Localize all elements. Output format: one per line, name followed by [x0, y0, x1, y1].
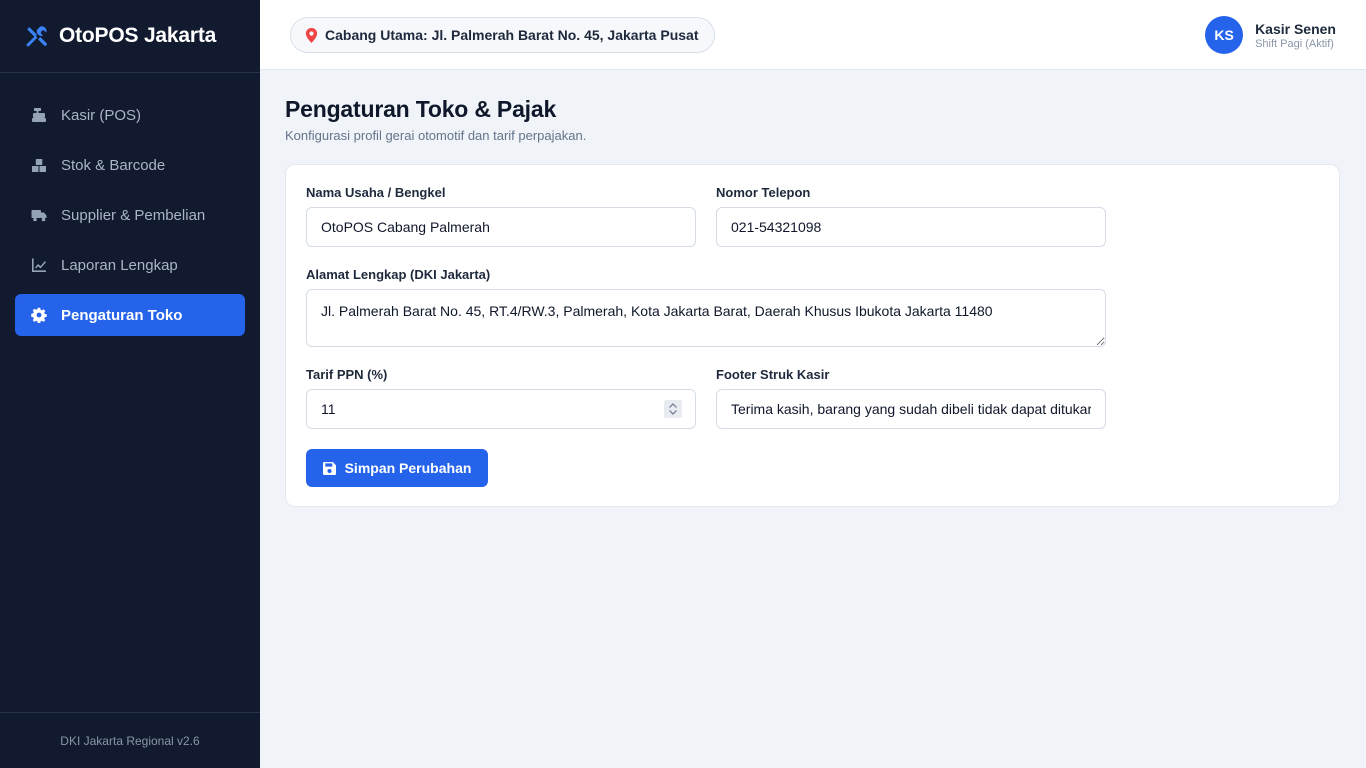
floppy-disk-icon — [322, 461, 336, 475]
sidebar-item-label: Pengaturan Toko — [61, 306, 183, 324]
phone-field[interactable] — [716, 207, 1106, 247]
page-title: Pengaturan Toko & Pajak — [285, 96, 557, 122]
chevron-up-icon — [669, 403, 677, 408]
branch-selector[interactable]: Cabang Utama: Jl. Palmerah Barat No. 45,… — [290, 17, 716, 53]
sidebar-item-stok-barcode[interactable]: Stok & Barcode — [15, 144, 245, 186]
save-button-label: Simpan Perubahan — [344, 460, 472, 476]
user-menu[interactable]: KS Kasir Senen Shift Pagi (Aktif) — [1205, 16, 1336, 54]
business-name-label: Nama Usaha / Bengkel — [306, 185, 446, 200]
sidebar-item-supplier-pembelian[interactable]: Supplier & Pembelian — [15, 194, 245, 236]
tax-rate-label: Tarif PPN (%) — [306, 367, 388, 382]
number-stepper[interactable] — [664, 400, 682, 418]
tax-rate-field[interactable] — [306, 389, 696, 429]
cash-register-icon — [31, 107, 47, 123]
address-label: Alamat Lengkap (DKI Jakarta) — [306, 267, 491, 282]
sidebar-nav: Kasir (POS) Stok & Barcode Supplier & Pe… — [0, 73, 260, 336]
receipt-footer-label: Footer Struk Kasir — [716, 367, 830, 382]
branch-label: Cabang Utama: Jl. Palmerah Barat No. 45,… — [325, 27, 699, 43]
settings-form-card: Nama Usaha / Bengkel Nomor Telepon Alama… — [285, 164, 1340, 507]
user-name: Kasir Senen — [1255, 20, 1336, 37]
sidebar-item-label: Supplier & Pembelian — [61, 206, 206, 224]
avatar: KS — [1205, 16, 1244, 54]
sidebar-item-pengaturan-toko[interactable]: Pengaturan Toko — [15, 294, 245, 336]
receipt-footer-field[interactable] — [716, 389, 1106, 429]
sidebar-item-label: Stok & Barcode — [61, 156, 166, 174]
tools-logo-icon — [26, 25, 47, 47]
brand-name: OtoPOS Jakarta — [59, 24, 217, 47]
sidebar-item-laporan-lengkap[interactable]: Laporan Lengkap — [15, 244, 245, 286]
sidebar-item-label: Laporan Lengkap — [61, 256, 178, 274]
location-pin-icon — [305, 27, 318, 43]
truck-icon — [31, 207, 47, 223]
tax-rate-wrapper — [306, 389, 696, 429]
top-header: Cabang Utama: Jl. Palmerah Barat No. 45,… — [260, 0, 1366, 70]
chevron-down-icon — [669, 410, 677, 415]
sidebar-item-label: Kasir (POS) — [61, 106, 142, 124]
sidebar: OtoPOS Jakarta Kasir (POS) Stok & Barcod… — [0, 0, 260, 768]
brand[interactable]: OtoPOS Jakarta — [0, 0, 260, 73]
line-chart-icon — [31, 257, 47, 273]
business-name-field[interactable] — [306, 207, 696, 247]
save-button[interactable]: Simpan Perubahan — [306, 449, 488, 487]
gear-icon — [31, 307, 47, 323]
user-info: Kasir Senen Shift Pagi (Aktif) — [1255, 21, 1336, 50]
page-subtitle: Konfigurasi profil gerai otomotif dan ta… — [285, 128, 587, 143]
phone-label: Nomor Telepon — [716, 185, 811, 200]
user-shift-status: Shift Pagi (Aktif) — [1255, 37, 1334, 50]
address-textarea[interactable]: Jl. Palmerah Barat No. 45, RT.4/RW.3, Pa… — [306, 289, 1106, 347]
version-footer: DKI Jakarta Regional v2.6 — [0, 712, 260, 768]
boxes-icon — [31, 157, 47, 173]
sidebar-item-kasir-pos[interactable]: Kasir (POS) — [15, 94, 245, 136]
